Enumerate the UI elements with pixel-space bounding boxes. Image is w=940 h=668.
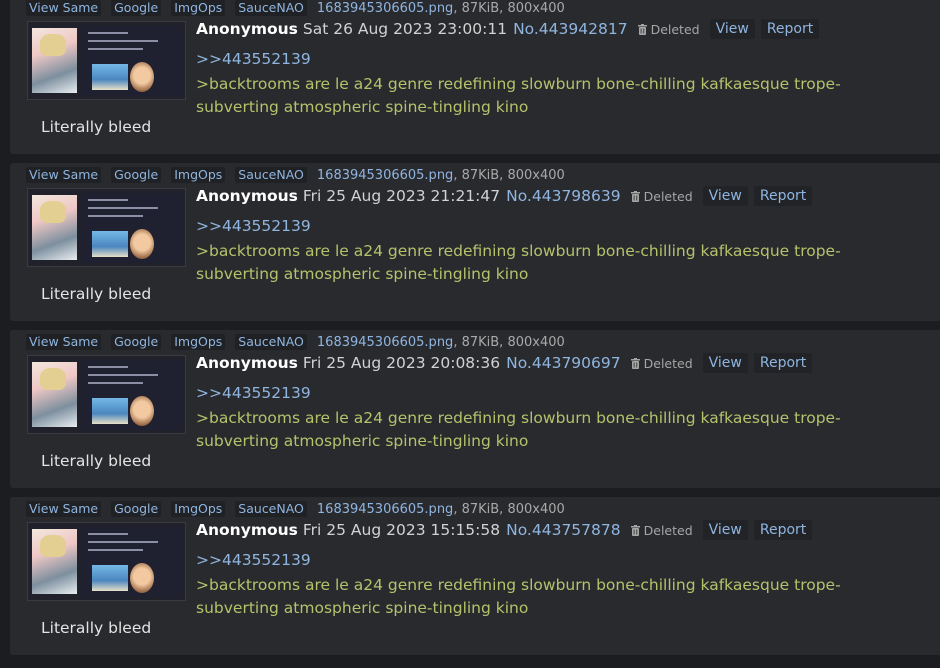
- post: View Same Google ImgOps SauceNAO 1683945…: [10, 0, 940, 154]
- post-header: Anonymous Sat 26 Aug 2023 23:00:11 No.44…: [196, 18, 820, 40]
- file-info: , 87KiB, 800x400: [453, 334, 565, 350]
- greentext: >backtrooms are le a24 genre redefining …: [196, 242, 841, 283]
- google-link[interactable]: Google: [111, 0, 162, 16]
- post-date: Fri 25 Aug 2023 21:21:47: [302, 187, 501, 205]
- post-number[interactable]: No.443798639: [506, 187, 621, 205]
- quote-link[interactable]: >>443552139: [196, 384, 311, 402]
- saucenao-link[interactable]: SauceNAO: [235, 167, 307, 183]
- deleted-label: Deleted: [643, 522, 693, 538]
- file-meta-bar: View Same Google ImgOps SauceNAO 1683945…: [10, 0, 565, 16]
- greentext: >backtrooms are le a24 genre redefining …: [196, 576, 841, 617]
- post-comment: Literally bleed: [41, 452, 152, 470]
- view-button[interactable]: View: [702, 353, 748, 373]
- view-button[interactable]: View: [709, 19, 755, 39]
- trash-icon: [630, 357, 640, 369]
- google-link[interactable]: Google: [111, 167, 162, 183]
- saucenao-link[interactable]: SauceNAO: [235, 0, 307, 16]
- google-link[interactable]: Google: [111, 334, 162, 350]
- poster-name[interactable]: Anonymous: [196, 521, 298, 539]
- post: View Same Google ImgOps SauceNAO 1683945…: [10, 163, 940, 321]
- deleted-badge: Deleted: [630, 188, 693, 204]
- greentext: >backtrooms are le a24 genre redefining …: [196, 75, 841, 116]
- saucenao-link[interactable]: SauceNAO: [235, 501, 307, 517]
- report-button[interactable]: Report: [760, 19, 820, 39]
- post-list: View Same Google ImgOps SauceNAO 1683945…: [0, 0, 940, 668]
- file-info: , 87KiB, 800x400: [453, 167, 565, 183]
- deleted-label: Deleted: [643, 355, 693, 371]
- post-thumbnail[interactable]: [27, 21, 186, 100]
- quote-link[interactable]: >>443552139: [196, 217, 311, 235]
- deleted-badge: Deleted: [630, 355, 693, 371]
- saucenao-link[interactable]: SauceNAO: [235, 334, 307, 350]
- imgops-link[interactable]: ImgOps: [171, 334, 226, 350]
- deleted-label: Deleted: [650, 21, 700, 37]
- post-header: Anonymous Fri 25 Aug 2023 15:15:58 No.44…: [196, 519, 813, 541]
- post: View Same Google ImgOps SauceNAO 1683945…: [10, 330, 940, 488]
- poster-name[interactable]: Anonymous: [196, 354, 298, 372]
- file-meta-bar: View Same Google ImgOps SauceNAO 1683945…: [10, 501, 565, 517]
- file-name-link[interactable]: 1683945306605.png: [317, 502, 453, 517]
- imgops-link[interactable]: ImgOps: [171, 501, 226, 517]
- post-thumbnail[interactable]: [27, 355, 186, 434]
- post-thumbnail[interactable]: [27, 522, 186, 601]
- post-header: Anonymous Fri 25 Aug 2023 21:21:47 No.44…: [196, 185, 813, 207]
- view-same-link[interactable]: View Same: [26, 501, 102, 517]
- file-name-link[interactable]: 1683945306605.png: [317, 1, 453, 16]
- trash-icon: [630, 524, 640, 536]
- post-comment: Literally bleed: [41, 285, 152, 303]
- file-info: , 87KiB, 800x400: [453, 501, 565, 517]
- post-date: Sat 26 Aug 2023 23:00:11: [302, 20, 508, 38]
- view-same-link[interactable]: View Same: [26, 167, 102, 183]
- post-header: Anonymous Fri 25 Aug 2023 20:08:36 No.44…: [196, 352, 813, 374]
- view-same-link[interactable]: View Same: [26, 0, 102, 16]
- report-button[interactable]: Report: [753, 520, 813, 540]
- post-comment: Literally bleed: [41, 619, 152, 637]
- poster-name[interactable]: Anonymous: [196, 187, 298, 205]
- report-button[interactable]: Report: [753, 186, 813, 206]
- file-meta-bar: View Same Google ImgOps SauceNAO 1683945…: [10, 334, 565, 350]
- post-thumbnail[interactable]: [27, 188, 186, 267]
- post-date: Fri 25 Aug 2023 15:15:58: [302, 521, 501, 539]
- post-number[interactable]: No.443790697: [506, 354, 621, 372]
- imgops-link[interactable]: ImgOps: [171, 167, 226, 183]
- deleted-badge: Deleted: [637, 21, 700, 37]
- poster-name[interactable]: Anonymous: [196, 20, 298, 38]
- trash-icon: [630, 190, 640, 202]
- trash-icon: [637, 23, 647, 35]
- quote-link[interactable]: >>443552139: [196, 551, 311, 569]
- report-button[interactable]: Report: [753, 353, 813, 373]
- post-number[interactable]: No.443942817: [513, 20, 628, 38]
- view-button[interactable]: View: [702, 520, 748, 540]
- post-date: Fri 25 Aug 2023 20:08:36: [302, 354, 501, 372]
- greentext: >backtrooms are le a24 genre redefining …: [196, 409, 841, 450]
- file-meta-bar: View Same Google ImgOps SauceNAO 1683945…: [10, 167, 565, 183]
- quote-link[interactable]: >>443552139: [196, 50, 311, 68]
- imgops-link[interactable]: ImgOps: [171, 0, 226, 16]
- deleted-label: Deleted: [643, 188, 693, 204]
- file-name-link[interactable]: 1683945306605.png: [317, 168, 453, 183]
- file-info: , 87KiB, 800x400: [453, 0, 565, 16]
- file-name-link[interactable]: 1683945306605.png: [317, 335, 453, 350]
- google-link[interactable]: Google: [111, 501, 162, 517]
- deleted-badge: Deleted: [630, 522, 693, 538]
- post-comment: Literally bleed: [41, 118, 152, 136]
- post: View Same Google ImgOps SauceNAO 1683945…: [10, 497, 940, 655]
- view-button[interactable]: View: [702, 186, 748, 206]
- view-same-link[interactable]: View Same: [26, 334, 102, 350]
- post-number[interactable]: No.443757878: [506, 521, 621, 539]
